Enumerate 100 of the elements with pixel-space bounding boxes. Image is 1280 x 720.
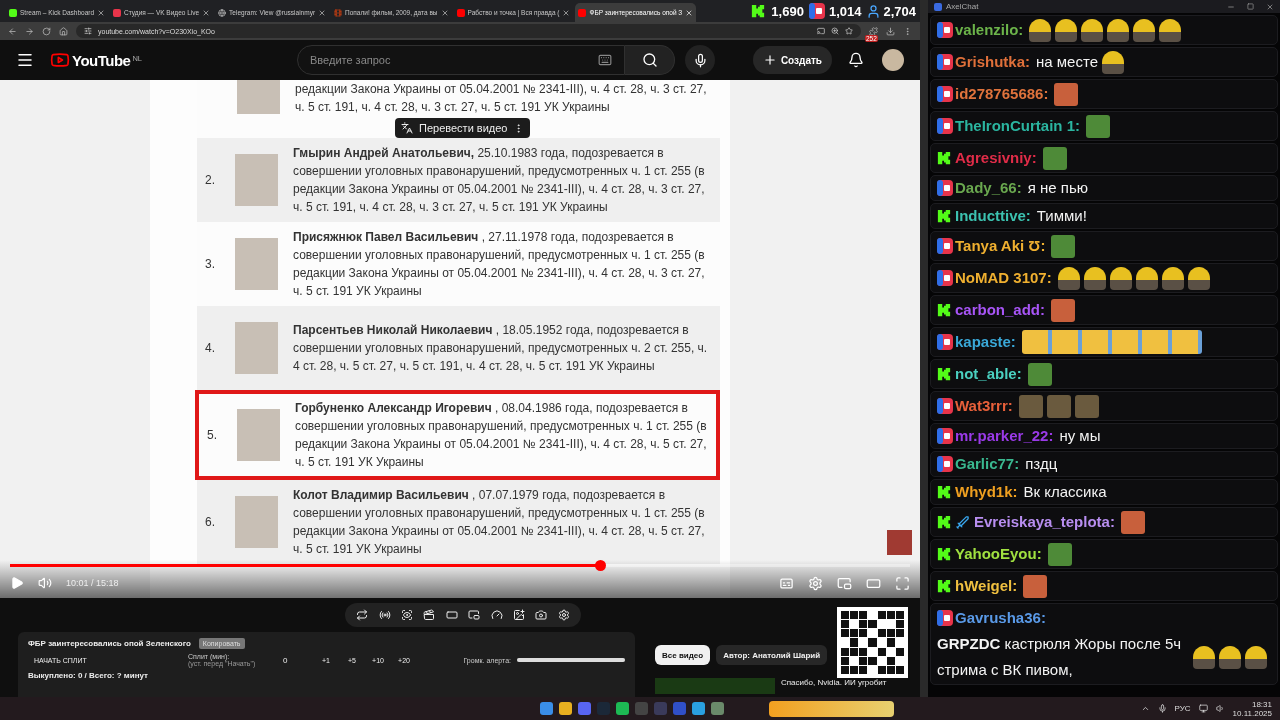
menu-icon[interactable] [16,51,34,69]
chevron-up-icon[interactable] [1140,704,1150,713]
search-field[interactable]: Введите запрос [297,45,626,75]
close-icon[interactable] [685,8,694,17]
cast-icon[interactable] [817,27,825,35]
username[interactable]: Garlic77: [955,453,1020,475]
kick-logo-icon [937,485,951,499]
speaker-icon[interactable] [1215,704,1225,713]
photo-placeholder [237,409,280,461]
photo-placeholder [235,154,278,206]
filter-chip[interactable]: Автор: Анатолий Шарий [716,645,828,665]
sword-icon [955,514,970,530]
emote-image [1133,18,1156,42]
emote-image [1054,82,1079,106]
forward-icon[interactable] [25,26,34,36]
repeat-icon[interactable] [356,609,369,621]
vk-live-icon [808,3,825,19]
video-thumbnail[interactable] [655,678,775,694]
voice-search-button[interactable] [685,45,716,75]
home-icon[interactable] [59,26,68,36]
username[interactable]: id278765686: [955,81,1049,107]
username[interactable]: Gavrusha36: [955,605,1046,631]
username[interactable]: valenzilo: [955,17,1024,43]
vk-live-icon [937,180,953,196]
translate-video-button[interactable]: Перевести видео [395,118,531,138]
username[interactable]: Tanya Aki Ʊ: [955,233,1046,259]
emote-image [1107,18,1130,42]
row-number: 6. [205,515,216,529]
miniplayer-icon[interactable] [837,575,852,591]
filter-chip[interactable]: Все видео [655,645,711,665]
camera-icon[interactable] [535,609,548,621]
game-widget[interactable] [769,700,894,717]
site-settings-icon[interactable] [84,27,92,35]
emote-image [1057,266,1080,290]
language-indicator[interactable]: РУС [1174,704,1191,713]
emote-image [1042,146,1067,170]
avatar[interactable] [882,49,904,71]
username[interactable]: Agresivniy: [955,145,1037,171]
username[interactable]: Inducttive: [955,205,1031,227]
progress-handle[interactable] [594,560,606,571]
emote-image [1047,542,1072,566]
clock-date[interactable]: 10.11.2025 [1232,708,1272,718]
channel-thumbnail[interactable] [887,530,912,555]
username[interactable]: Evreiskaya_teplota: [974,509,1115,535]
back-icon[interactable] [8,26,17,36]
search-button[interactable] [625,45,676,75]
globe-icon [218,8,227,17]
add-image-icon[interactable] [512,609,525,621]
screen-icon[interactable] [445,609,458,621]
browser-icon[interactable] [559,702,572,715]
panel-title: ФБР заинтересовались опой Зеленского [28,639,191,648]
play-icon[interactable] [10,576,24,590]
volume-icon[interactable] [38,576,52,590]
download-icon[interactable] [886,26,895,36]
eye-icon[interactable] [400,609,413,621]
clock-time[interactable]: 18:31 [1251,699,1272,709]
zoom-icon[interactable] [831,27,839,35]
music-app-icon[interactable] [616,702,629,715]
speed-icon[interactable] [490,609,503,621]
microphone-icon[interactable] [1157,704,1167,713]
kick-logo-icon [937,515,951,529]
username[interactable]: Grishutka: [955,49,1030,75]
display-icon[interactable] [1198,704,1208,713]
username[interactable]: Dady_66: [955,177,1022,199]
broadcast-icon[interactable] [378,609,391,621]
subtitles-icon[interactable] [779,575,794,591]
username[interactable]: not_able: [955,361,1022,387]
username[interactable]: Wat3rrr: [955,393,1013,419]
bookmark-star-icon[interactable] [845,27,853,35]
clapperboard-icon[interactable] [423,609,436,621]
username[interactable]: NoMAD 3107: [955,265,1052,291]
close-icon[interactable] [97,8,106,17]
username[interactable]: Whyd1k: [955,481,1018,503]
username[interactable]: hWeigel: [955,573,1018,599]
close-icon[interactable] [202,8,211,17]
close-icon[interactable] [562,8,571,17]
keyboard-icon[interactable] [598,53,613,67]
username[interactable]: mr.parker_22: [955,425,1054,447]
username[interactable]: carbon_add: [955,297,1045,323]
video-title[interactable]: Спасибо, Nvidia. ИИ угробит [781,678,887,687]
maximize-icon[interactable] [1247,2,1254,10]
username[interactable]: YahooEyou: [955,541,1042,567]
volume-slider[interactable] [517,658,625,662]
close-icon[interactable] [440,8,449,17]
extension-icon[interactable] [869,26,878,36]
username[interactable]: TheIronCurtain 1: [955,113,1080,139]
notifications-icon[interactable] [848,52,864,68]
fullscreen-icon[interactable] [895,575,910,591]
create-button[interactable]: Создать [752,46,832,74]
close-icon[interactable] [1266,2,1274,11]
emote-image [1187,266,1210,290]
messenger-icon[interactable] [692,702,705,715]
window-icon[interactable] [468,609,481,621]
vk-live-icon [937,610,953,626]
close-icon[interactable] [318,8,327,17]
username[interactable]: kapaste: [955,329,1016,355]
settings-icon[interactable] [557,609,570,621]
start-icon[interactable] [540,702,553,715]
chat-app-icon[interactable] [578,702,591,715]
reload-icon[interactable] [42,26,51,36]
